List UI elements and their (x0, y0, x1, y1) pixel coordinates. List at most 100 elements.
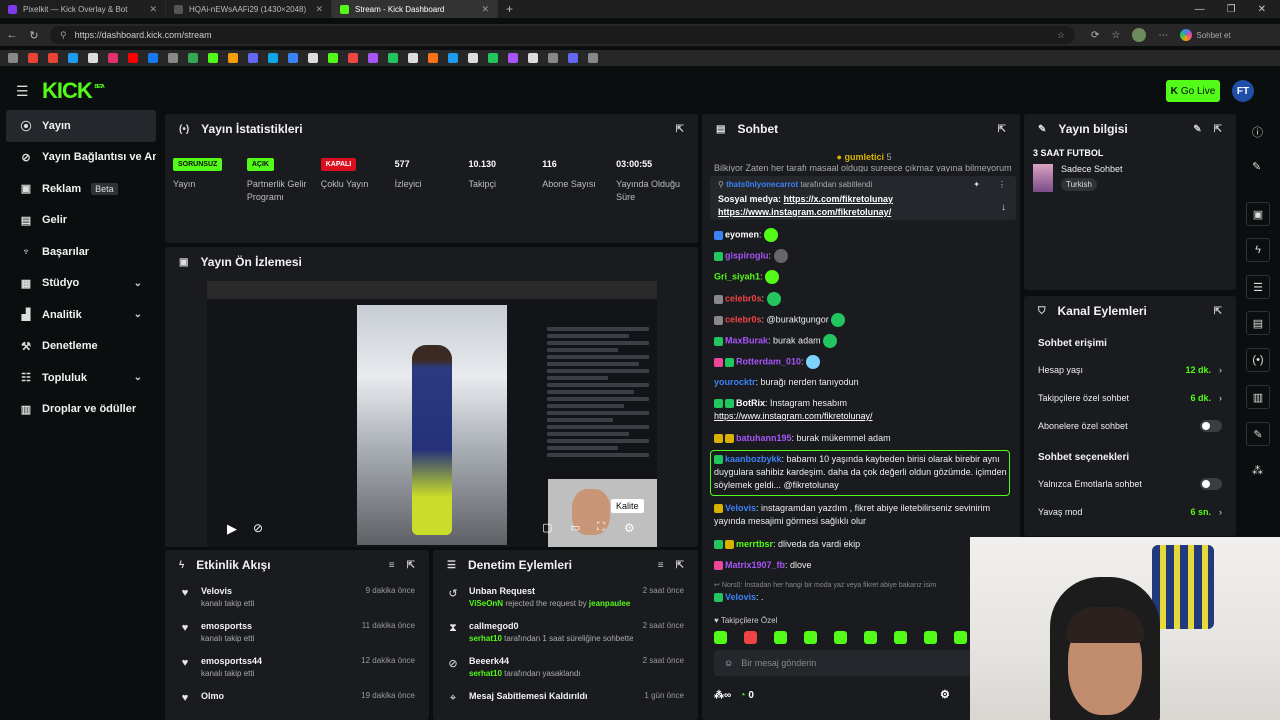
chat-user[interactable]: kaanbozbykk (725, 454, 782, 464)
list-icon[interactable]: ☰ (1246, 275, 1270, 299)
sidebar-item-achievements[interactable]: ♆ Başarılar (6, 236, 156, 268)
chat-user[interactable]: Rotterdam_010 (736, 356, 801, 366)
bookmark-icon[interactable] (188, 53, 198, 63)
expand-down-icon[interactable]: ↓ (1001, 202, 1006, 213)
close-window-icon[interactable]: ✕ (1258, 4, 1266, 15)
bookmark-icon[interactable] (148, 53, 158, 63)
bookmark-icon[interactable] (168, 53, 178, 63)
popout-icon[interactable]: ⇱ (998, 124, 1006, 135)
stats-icon[interactable]: ▥ (1246, 385, 1270, 409)
go-live-button[interactable]: K Go Live (1166, 80, 1220, 102)
chat-user[interactable]: Velovis (725, 503, 756, 513)
community-icon[interactable]: ⁂∞ (714, 690, 731, 701)
popout-icon[interactable]: ⇱ (1214, 124, 1222, 135)
emote-icon[interactable] (804, 631, 817, 644)
close-icon[interactable]: ✕ (149, 4, 157, 15)
user-avatar[interactable]: FT (1232, 80, 1254, 102)
more-options-icon[interactable]: ⋮ (998, 180, 1006, 189)
bookmark-icon[interactable] (68, 53, 78, 63)
bookmark-icon[interactable] (408, 53, 418, 63)
chat-user[interactable]: celebr0s (725, 293, 762, 303)
bookmark-icon[interactable] (468, 53, 478, 63)
bookmark-icon[interactable] (528, 53, 538, 63)
emote-icon[interactable] (834, 631, 847, 644)
sidebar-item-stream-key[interactable]: ⊘ Yayın Bağlantısı ve Anahtarı (6, 142, 156, 174)
mute-icon[interactable]: ⊘ (253, 521, 263, 535)
emote-icon[interactable] (714, 631, 727, 644)
sidebar-item-community[interactable]: ☷ Topluluk ⌄ (6, 362, 156, 394)
sidebar-item-stream[interactable]: ⦿ Yayın (6, 110, 156, 142)
bookmark-icon[interactable] (28, 53, 38, 63)
hamburger-menu-icon[interactable]: ☰ (16, 83, 34, 100)
url-field[interactable]: ⚲ https://dashboard.kick.com/stream ☆ (50, 26, 1075, 44)
site-info-icon[interactable]: ⚲ (60, 30, 67, 41)
account-age-setting[interactable]: Hesap yaşı 12 dk. › (1024, 356, 1236, 384)
chat-input[interactable]: ☺ Bir mesaj gönderin (714, 650, 1004, 676)
preview-toggle-icon[interactable]: ▣ (1246, 202, 1270, 226)
browser-tab-image[interactable]: HQAi-nEWsAAFi29 (1430×2048) ✕ (166, 0, 332, 18)
sidebar-item-ads[interactable]: ▣ Reklam Beta (6, 173, 156, 205)
new-tab-button[interactable]: + (498, 0, 522, 18)
subs-chat-toggle[interactable] (1200, 420, 1222, 432)
bookmark-icon[interactable] (508, 53, 518, 63)
chat-user[interactable]: Gri_siyah1 (714, 271, 760, 281)
bookmark-icon[interactable] (388, 53, 398, 63)
apps-icon[interactable] (8, 53, 18, 63)
bookmark-icon[interactable] (248, 53, 258, 63)
pip-icon[interactable]: ▢ (542, 521, 552, 534)
chat-link[interactable]: https://www.instagram.com/fikretolunay/ (714, 411, 873, 421)
lightning-icon[interactable]: ϟ (1246, 238, 1270, 262)
broadcast-icon[interactable]: (•) (1246, 348, 1270, 372)
sidebar-item-moderation[interactable]: ⚒ Denetleme (6, 331, 156, 363)
bookmark-icon[interactable] (368, 53, 378, 63)
emote-icon[interactable] (744, 631, 757, 644)
bookmark-icon[interactable] (88, 53, 98, 63)
chat-user[interactable]: celebr0s (725, 314, 762, 324)
menu-icon[interactable]: ⋯ (1158, 30, 1168, 41)
theater-icon[interactable]: ▭ (570, 521, 580, 534)
kick-logo[interactable]: KICK BETA (42, 78, 105, 104)
emoji-icon[interactable]: ☺ (724, 658, 733, 668)
sidebar-item-analytics[interactable]: ▟ Analitik ⌄ (6, 299, 156, 331)
bookmark-icon[interactable] (328, 53, 338, 63)
sidebar-item-studio[interactable]: ▦ Stüdyo ⌄ (6, 268, 156, 300)
bookmark-icon[interactable] (48, 53, 58, 63)
pinned-link-instagram[interactable]: https://www.instagram.com/fikretolunay/ (718, 207, 891, 217)
sidebar-item-revenue[interactable]: ▤ Gelir (6, 205, 156, 237)
browser-tab-kick[interactable]: Stream - Kick Dashboard ✕ (332, 0, 498, 18)
popout-icon[interactable]: ⇱ (676, 124, 684, 135)
community-icon[interactable]: ⁂ (1252, 464, 1263, 477)
emote-icon[interactable] (954, 631, 967, 644)
bookmark-icon[interactable] (448, 53, 458, 63)
gear-icon[interactable]: ⚙ (940, 689, 950, 702)
bookmark-icon[interactable] (108, 53, 118, 63)
minimize-icon[interactable]: — (1195, 4, 1205, 15)
slow-mode-setting[interactable]: Yavaş mod 6 sn. › (1024, 498, 1236, 526)
copilot-button[interactable]: Sohbet et (1180, 29, 1231, 41)
filter-icon[interactable]: ≡ (658, 560, 664, 571)
bookmark-icon[interactable] (268, 53, 278, 63)
gear-icon[interactable]: ⚙ (624, 521, 635, 535)
sidebar-item-drops[interactable]: ▥ Droplar ve ödüller (6, 394, 156, 426)
chat-user[interactable]: MaxBurak (725, 335, 768, 345)
wrench-icon[interactable]: ✎ (1246, 422, 1270, 446)
chat-user[interactable]: yourocktr (714, 377, 756, 387)
emote-icon[interactable] (894, 631, 907, 644)
bookmark-icon[interactable] (488, 53, 498, 63)
followers-chat-setting[interactable]: Takipçilere özel sohbet 6 dk. › (1024, 384, 1236, 412)
popout-icon[interactable]: ⇱ (676, 560, 684, 571)
favorites-icon[interactable]: ☆ (1111, 30, 1120, 41)
emote-icon[interactable] (774, 631, 787, 644)
bookmark-icon[interactable] (548, 53, 558, 63)
bookmark-star-icon[interactable]: ☆ (1057, 30, 1065, 41)
maximize-icon[interactable]: ❐ (1227, 4, 1236, 15)
chat-user[interactable]: batuhann195 (736, 433, 792, 443)
fullscreen-icon[interactable]: ⛶ (597, 521, 605, 534)
close-icon[interactable]: ✕ (315, 4, 323, 15)
reload-icon[interactable]: ↻ (28, 29, 40, 42)
chat-icon[interactable]: ▤ (1246, 311, 1270, 335)
extensions-icon[interactable]: ⟳ (1091, 30, 1099, 41)
bookmark-icon[interactable] (208, 53, 218, 63)
emote-icon[interactable] (864, 631, 877, 644)
chat-user[interactable]: gispiroglu (725, 250, 769, 260)
